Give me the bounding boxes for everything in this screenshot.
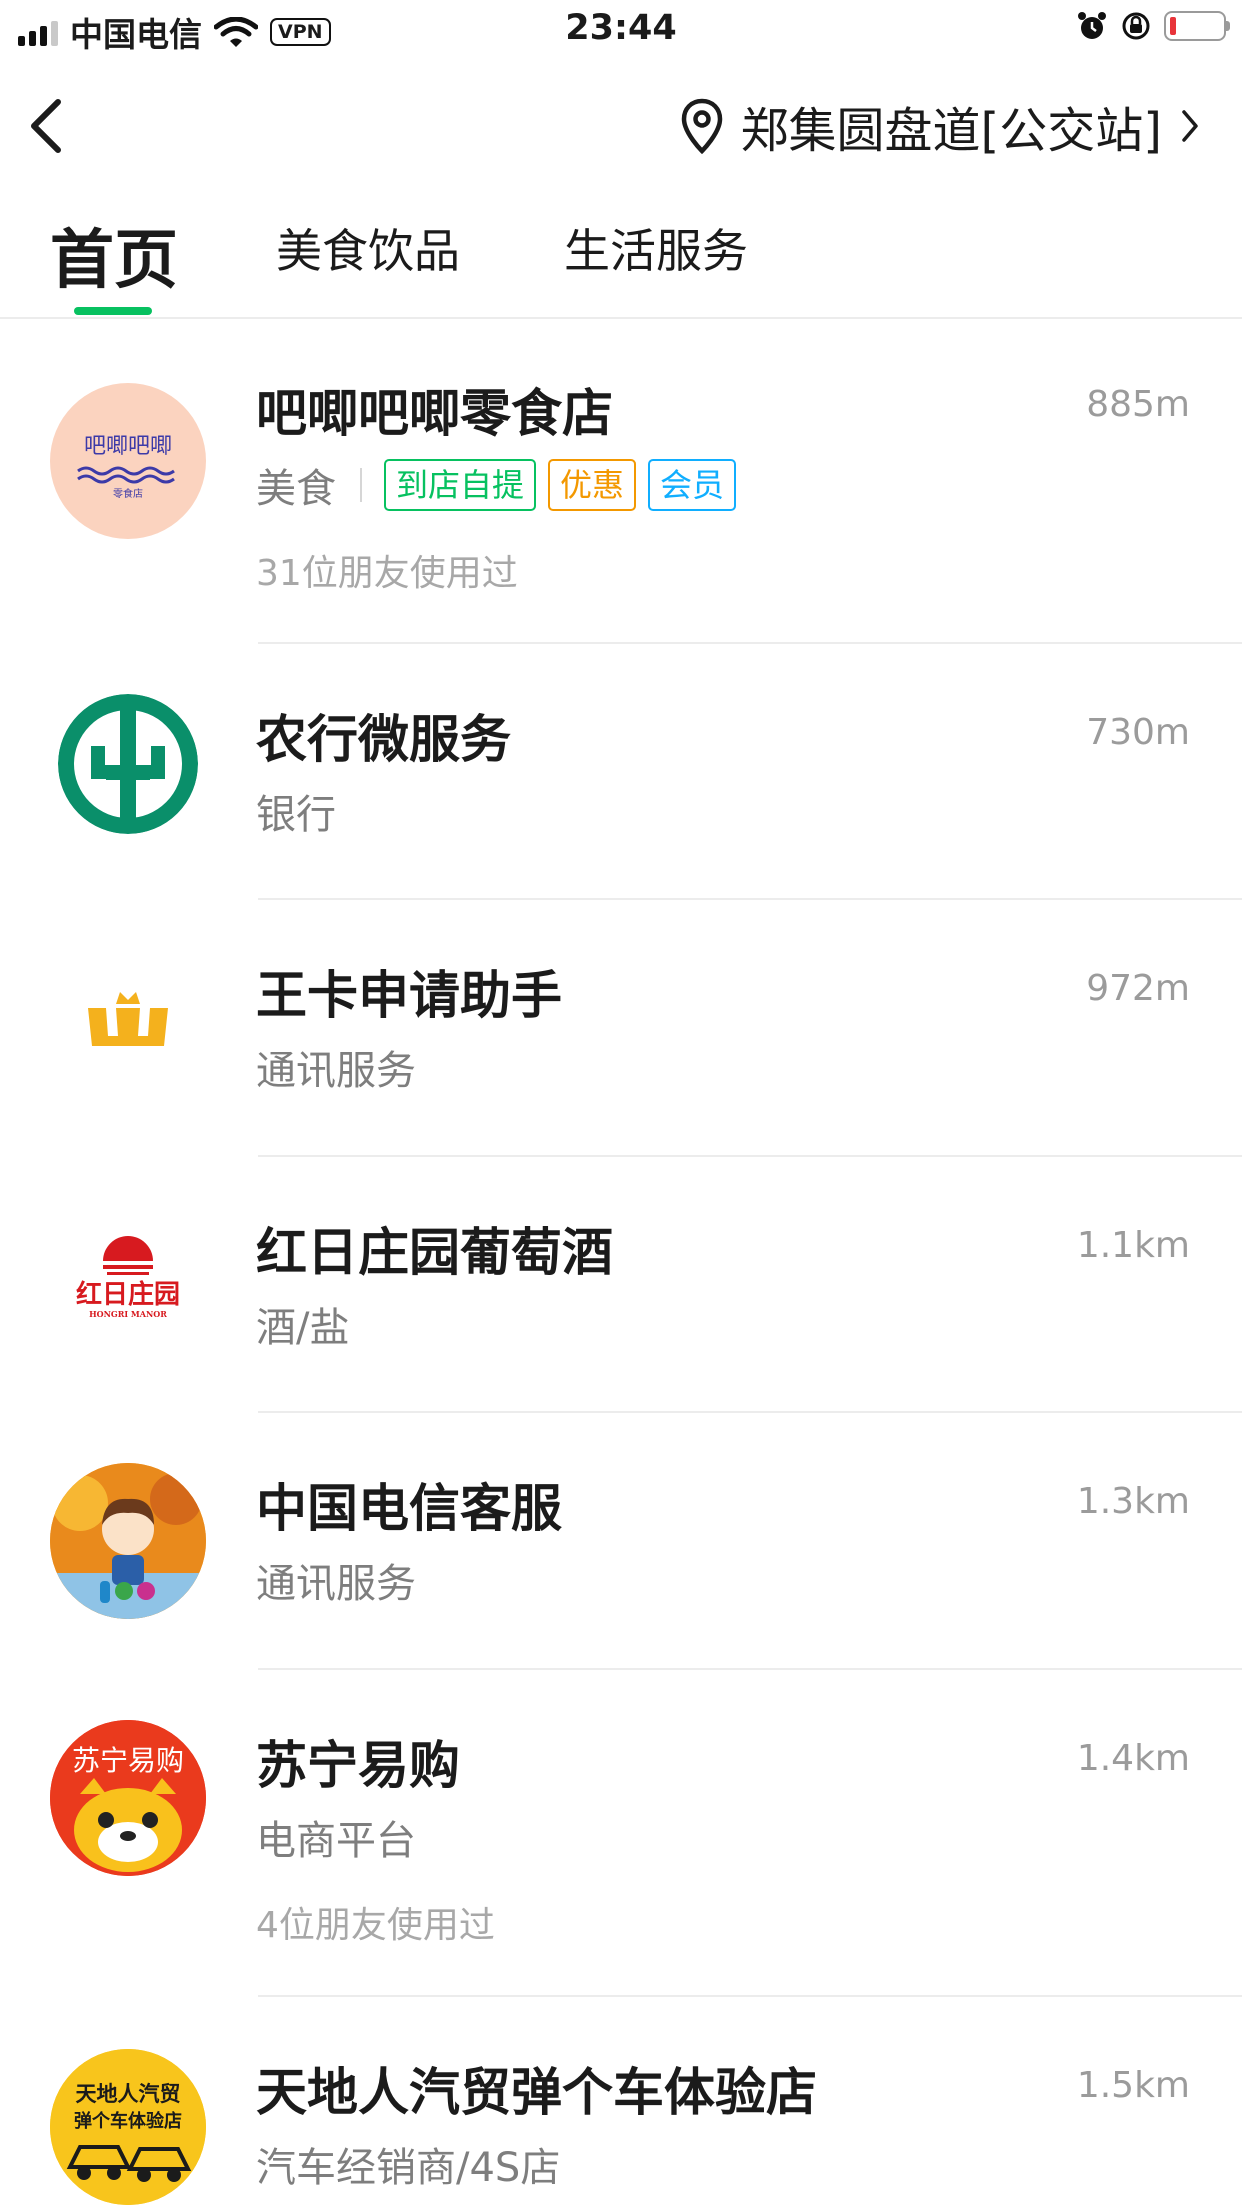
back-arrow-icon[interactable] (22, 94, 72, 158)
item-distance: 1.3km (1076, 1481, 1190, 1522)
item-subline: 美食 到店自提 优惠 会员 (256, 456, 748, 514)
list-item[interactable]: 天地人汽贸 弹个车体验店 天地人汽贸弹个车体验店 1.5km 汽车经销商/4S店 (0, 1997, 1242, 2208)
svg-text:吧唧吧唧: 吧唧吧唧 (84, 434, 172, 459)
item-distance: 972m (1086, 968, 1190, 1009)
divider (360, 468, 362, 502)
list-item[interactable]: 吧唧吧唧 零食店 吧唧吧唧零食店 885m 美食 到店自提 优惠 会员 31位朋… (0, 318, 1242, 644)
suning-logo: 苏宁易购 (50, 1720, 206, 1876)
item-name: 农行微服务 (256, 711, 512, 770)
item-name: 天地人汽贸弹个车体验店 (256, 2064, 818, 2123)
svg-text:零食店: 零食店 (113, 487, 143, 500)
status-right (1076, 10, 1230, 42)
svg-text:弹个车体验店: 弹个车体验店 (74, 2110, 182, 2132)
alarm-icon (1078, 12, 1106, 39)
svg-text:天地人汽贸: 天地人汽贸 (76, 2082, 181, 2106)
battery-icon (1164, 11, 1230, 41)
abc-bank-logo (58, 694, 198, 834)
item-name: 苏宁易购 (256, 1737, 461, 1796)
tab-home[interactable]: 首页 (50, 209, 178, 301)
item-category: 美食 (256, 466, 336, 512)
nav-bar: 郑集圆盘道[公交站] (0, 66, 1242, 186)
hongri-manor-logo: 红日庄园 HONGRI MANOR (50, 1207, 206, 1363)
location-pin-icon (681, 98, 722, 155)
item-distance: 885m (1086, 384, 1190, 425)
item-friends: 31位朋友使用过 (256, 553, 518, 594)
status-bar: 中国电信 VPN 23:44 (0, 0, 1242, 58)
location-selector[interactable]: 郑集圆盘道[公交站] (679, 88, 1202, 164)
list-item[interactable]: 中国电信客服 1.3km 通讯服务 (0, 1413, 1242, 1670)
item-name: 中国电信客服 (256, 1480, 563, 1539)
location-label: 郑集圆盘道[公交站] (740, 103, 1162, 159)
telecom-mascot-logo (50, 1463, 206, 1619)
tag-member: 会员 (648, 459, 737, 511)
tag-discount: 优惠 (548, 459, 637, 511)
item-category: 酒/盐 (256, 1305, 350, 1351)
item-friends: 4位朋友使用过 (256, 1905, 495, 1946)
list-item[interactable]: 红日庄园 HONGRI MANOR 红日庄园葡萄酒 1.1km 酒/盐 (0, 1157, 1242, 1413)
active-tab-indicator (74, 307, 152, 315)
list-item[interactable]: 王卡申请助手 972m 通讯服务 (0, 900, 1242, 1157)
item-distance: 1.4km (1076, 1738, 1190, 1779)
list-item[interactable]: 苏宁易购 苏宁易购 1.4km 电商平台 4位朋友使用过 (0, 1670, 1242, 1997)
item-name: 红日庄园葡萄酒 (256, 1224, 614, 1283)
item-category: 通讯服务 (256, 1561, 416, 1607)
status-time: 23:44 (565, 8, 677, 48)
item-distance: 1.1km (1076, 1225, 1190, 1266)
category-tabs: 首页 美食饮品 生活服务 (0, 205, 1242, 319)
item-category: 汽车经销商/4S店 (256, 2145, 561, 2191)
svg-text:HONGRI MANOR: HONGRI MANOR (89, 1309, 167, 1319)
tag-pickup: 到店自提 (384, 459, 537, 511)
item-name: 吧唧吧唧零食店 (256, 385, 614, 444)
item-category: 通讯服务 (256, 1048, 416, 1094)
svg-text:红日庄园: 红日庄园 (76, 1279, 180, 1310)
tab-life-services[interactable]: 生活服务 (564, 215, 748, 281)
wangka-logo (50, 950, 206, 1106)
item-distance: 1.5km (1076, 2065, 1190, 2106)
rotation-lock-icon (1122, 12, 1150, 40)
item-category: 电商平台 (256, 1818, 416, 1864)
item-name: 王卡申请助手 (256, 967, 563, 1026)
svg-text:苏宁易购: 苏宁易购 (72, 1744, 184, 1777)
item-category: 银行 (256, 792, 336, 838)
item-distance: 730m (1086, 712, 1190, 753)
chevron-right-icon (1182, 110, 1198, 142)
list-item[interactable]: 农行微服务 730m 银行 (0, 644, 1242, 900)
snack-shop-logo: 吧唧吧唧 零食店 (50, 383, 206, 539)
tab-food-drinks[interactable]: 美食饮品 (276, 215, 460, 281)
car-dealer-logo: 天地人汽贸 弹个车体验店 (50, 2049, 206, 2205)
